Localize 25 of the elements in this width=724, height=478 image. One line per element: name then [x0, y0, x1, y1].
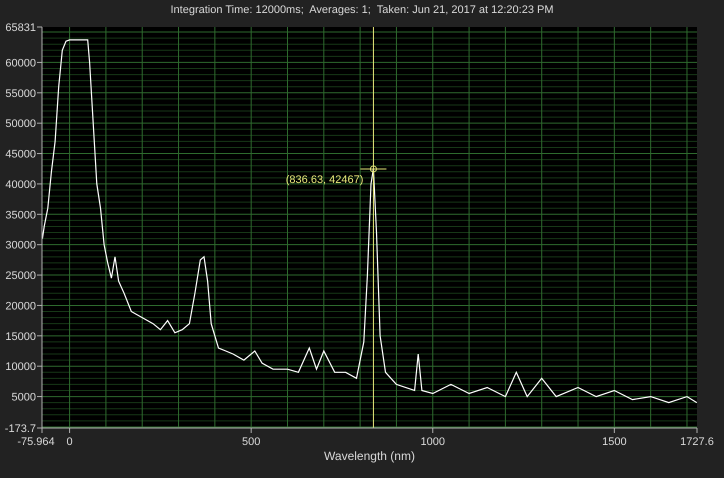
axis-tick-label: 1000 — [420, 436, 445, 448]
cursor-readout: (836.63, 42467) — [286, 174, 364, 186]
axis-tick-label: 60000 — [5, 57, 36, 70]
cursor-line[interactable] — [372, 26, 374, 428]
axis-tick-label: 25000 — [5, 270, 36, 282]
axis-tick-label: 35000 — [5, 209, 36, 222]
axis-tick-label: 65831 — [5, 22, 36, 34]
axis-tick-label: 5000 — [12, 392, 36, 404]
axis-tick-label: 10000 — [5, 361, 36, 374]
axis-tick-label: 30000 — [5, 240, 36, 252]
chart-title: Integration Time: 12000ms; Averages: 1; Taken: Jun 21, 2017 at 12:20:23 PM — [170, 4, 554, 16]
axis-tick-label: -173.7 — [4, 423, 36, 435]
axis-tick-label: 500 — [242, 436, 260, 448]
axis-tick-label: 45000 — [5, 148, 36, 161]
axis-tick-label: 1500 — [602, 436, 627, 448]
cursor-crosshair — [360, 165, 387, 172]
axis-tick-label: 40000 — [5, 178, 36, 191]
axis-tick-label: 55000 — [5, 88, 36, 100]
axis-tick-label: 20000 — [5, 300, 36, 312]
axis-tick-label: 50000 — [5, 118, 36, 130]
axis-tick-label: 1727.6 — [680, 436, 714, 448]
axis-tick-label: 0 — [66, 436, 73, 448]
axis-tick-label: -75.964 — [17, 436, 55, 448]
axis-tick-label: 15000 — [5, 330, 36, 343]
x-axis-title: Wavelength (nm) — [324, 449, 415, 463]
